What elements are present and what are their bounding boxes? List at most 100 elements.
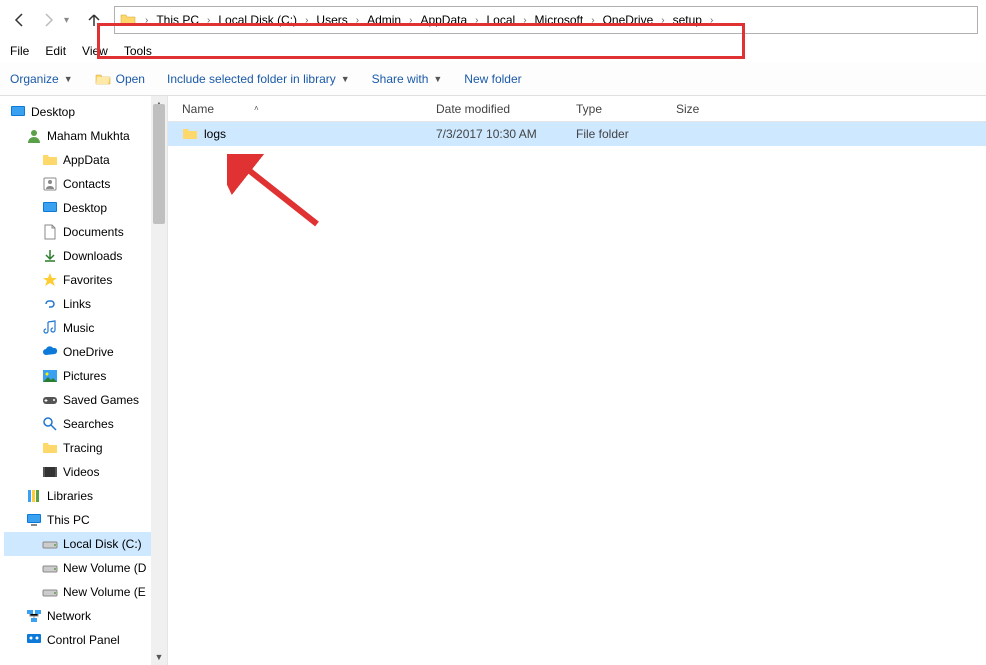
breadcrumb-item[interactable]: Local Disk (C:) xyxy=(214,7,301,33)
menu-tools[interactable]: Tools xyxy=(124,44,152,58)
tree-videos[interactable]: Videos xyxy=(4,460,167,484)
tree-appdata[interactable]: AppData xyxy=(4,148,167,172)
tree-label: Videos xyxy=(63,465,99,479)
tree-localdisk[interactable]: Local Disk (C:) xyxy=(4,532,167,556)
caret-down-icon: ▼ xyxy=(433,74,442,84)
history-dropdown[interactable]: ▾ xyxy=(64,15,78,26)
tree-desktop[interactable]: Desktop xyxy=(4,100,167,124)
chevron-right-icon[interactable]: › xyxy=(352,15,363,26)
chevron-right-icon[interactable]: › xyxy=(405,15,416,26)
include-library-button[interactable]: Include selected folder in library ▼ xyxy=(167,72,350,86)
tree-pictures[interactable]: Pictures xyxy=(4,364,167,388)
breadcrumb-item[interactable]: AppData xyxy=(416,7,471,33)
contacts-icon xyxy=(42,176,58,192)
tree-links[interactable]: Links xyxy=(4,292,167,316)
organize-label: Organize xyxy=(10,72,59,86)
breadcrumb-item[interactable]: Microsoft xyxy=(531,7,588,33)
new-folder-button[interactable]: New folder xyxy=(464,72,521,86)
games-icon xyxy=(42,392,58,408)
chevron-right-icon[interactable]: › xyxy=(203,15,214,26)
drive-icon xyxy=(42,560,58,576)
tree-label: Local Disk (C:) xyxy=(63,537,142,551)
drive-icon xyxy=(42,584,58,600)
column-label: Name xyxy=(182,102,214,116)
breadcrumb-item[interactable]: Local xyxy=(483,7,520,33)
tree-desktop2[interactable]: Desktop xyxy=(4,196,167,220)
tree-libraries[interactable]: Libraries xyxy=(4,484,167,508)
network-icon xyxy=(26,608,42,624)
tree-searches[interactable]: Searches xyxy=(4,412,167,436)
chevron-right-icon[interactable]: › xyxy=(301,15,312,26)
tree-contacts[interactable]: Contacts xyxy=(4,172,167,196)
tree-savedgames[interactable]: Saved Games xyxy=(4,388,167,412)
file-row[interactable]: logs 7/3/2017 10:30 AM File folder xyxy=(168,122,986,146)
organize-button[interactable]: Organize ▼ xyxy=(10,72,73,86)
back-button[interactable] xyxy=(8,8,32,32)
chevron-right-icon[interactable]: › xyxy=(519,15,530,26)
breadcrumb-item[interactable]: Users xyxy=(312,7,351,33)
tree-label: Maham Mukhta xyxy=(47,129,130,143)
column-name[interactable]: Name ˄ xyxy=(168,102,428,116)
menu-view[interactable]: View xyxy=(82,44,108,58)
up-button[interactable] xyxy=(82,8,106,32)
tree-controlpanel[interactable]: Control Panel xyxy=(4,628,167,652)
tree-newvol1[interactable]: New Volume (D xyxy=(4,556,167,580)
breadcrumb-item[interactable]: OneDrive xyxy=(599,7,658,33)
tree-label: OneDrive xyxy=(63,345,114,359)
chevron-right-icon[interactable]: › xyxy=(587,15,598,26)
menu-file[interactable]: File xyxy=(10,44,29,58)
address-bar[interactable]: › This PC › Local Disk (C:) › Users › Ad… xyxy=(114,6,978,34)
column-size[interactable]: Size xyxy=(668,102,748,116)
tree-favorites[interactable]: Favorites xyxy=(4,268,167,292)
menu-bar: File Edit View Tools xyxy=(0,40,986,62)
pictures-icon xyxy=(42,368,58,384)
share-with-button[interactable]: Share with ▼ xyxy=(372,72,443,86)
tree-user[interactable]: Maham Mukhta xyxy=(4,124,167,148)
file-date: 7/3/2017 10:30 AM xyxy=(428,127,568,141)
open-button[interactable]: Open xyxy=(95,71,145,87)
tree-label: Control Panel xyxy=(47,633,120,647)
breadcrumb-item[interactable]: This PC xyxy=(152,7,203,33)
toolbar: Organize ▼ Open Include selected folder … xyxy=(0,62,986,96)
tree-music[interactable]: Music xyxy=(4,316,167,340)
tree-label: Desktop xyxy=(63,201,107,215)
chevron-right-icon[interactable]: › xyxy=(706,15,717,26)
column-date[interactable]: Date modified xyxy=(428,102,568,116)
chevron-right-icon[interactable]: › xyxy=(141,15,152,26)
sort-asc-icon: ˄ xyxy=(254,104,259,113)
downloads-icon xyxy=(42,248,58,264)
tree-network[interactable]: Network xyxy=(4,604,167,628)
scroll-down-icon[interactable]: ▼ xyxy=(151,649,167,665)
file-name: logs xyxy=(204,127,226,141)
folder-icon xyxy=(42,440,58,456)
links-icon xyxy=(42,296,58,312)
tree-newvol2[interactable]: New Volume (E xyxy=(4,580,167,604)
tree-label: Tracing xyxy=(63,441,103,455)
tree-tracing[interactable]: Tracing xyxy=(4,436,167,460)
computer-icon xyxy=(26,512,42,528)
folder-icon xyxy=(118,10,138,30)
tree-label: Searches xyxy=(63,417,114,431)
chevron-right-icon[interactable]: › xyxy=(657,15,668,26)
column-headers: Name ˄ Date modified Type Size xyxy=(168,96,986,122)
desktop-icon xyxy=(42,200,58,216)
tree-label: Links xyxy=(63,297,91,311)
chevron-right-icon[interactable]: › xyxy=(471,15,482,26)
share-label: Share with xyxy=(372,72,429,86)
tree-label: Downloads xyxy=(63,249,122,263)
breadcrumb-item[interactable]: setup xyxy=(669,7,706,33)
menu-edit[interactable]: Edit xyxy=(45,44,66,58)
breadcrumb-item[interactable]: Admin xyxy=(363,7,405,33)
documents-icon xyxy=(42,224,58,240)
caret-down-icon: ▼ xyxy=(341,74,350,84)
tree-onedrive[interactable]: OneDrive xyxy=(4,340,167,364)
forward-button[interactable] xyxy=(36,8,60,32)
tree-thispc[interactable]: This PC xyxy=(4,508,167,532)
scrollbar-thumb[interactable] xyxy=(153,104,165,224)
tree-downloads[interactable]: Downloads xyxy=(4,244,167,268)
tree-documents[interactable]: Documents xyxy=(4,220,167,244)
folder-icon xyxy=(42,152,58,168)
controlpanel-icon xyxy=(26,632,42,648)
sidebar-scrollbar[interactable]: ▲ ▼ xyxy=(151,96,167,665)
column-type[interactable]: Type xyxy=(568,102,668,116)
